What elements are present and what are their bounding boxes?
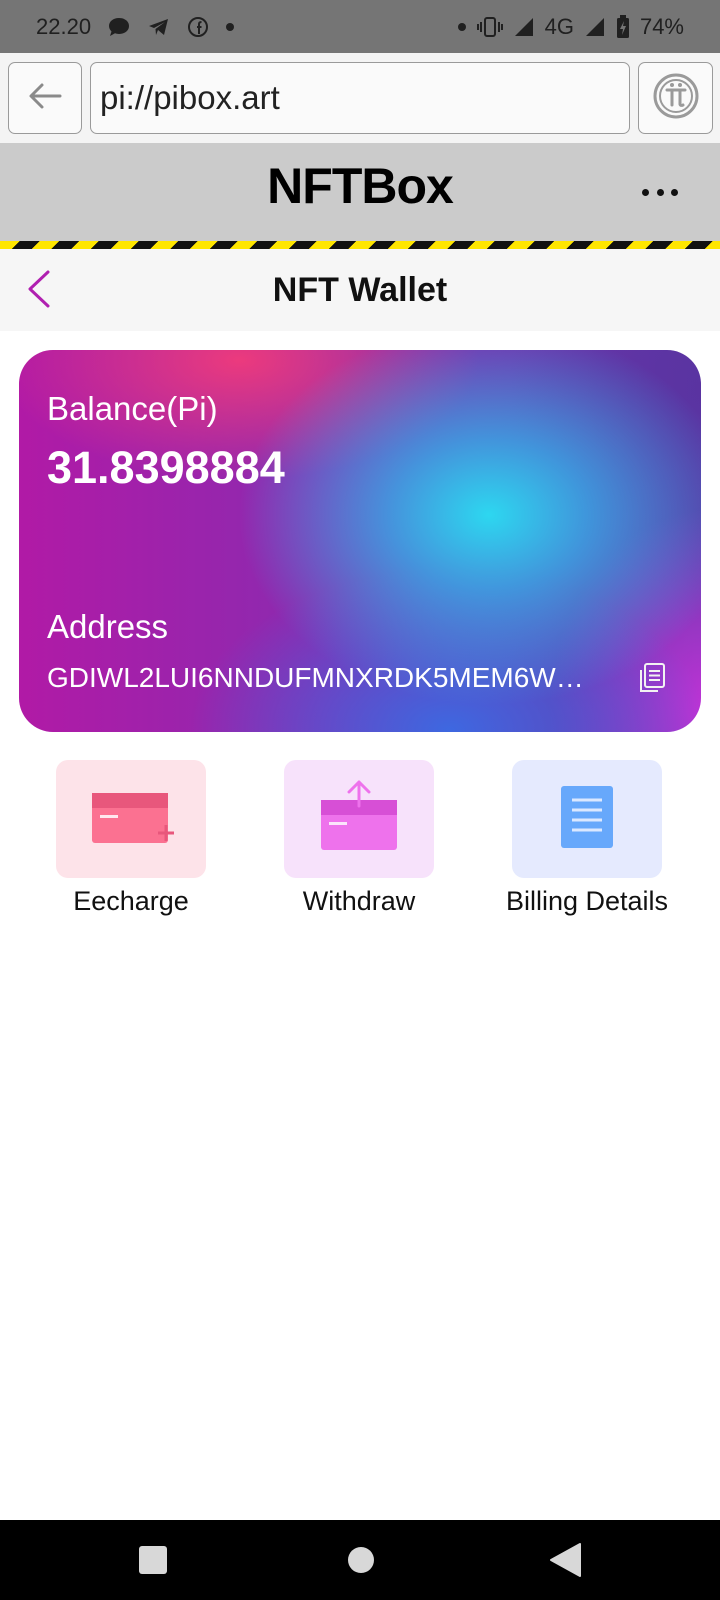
wallet-card: Balance(Pi) 31.8398884 Address GDIWL2LUI… bbox=[19, 350, 701, 732]
telegram-icon bbox=[147, 16, 171, 38]
battery-icon bbox=[616, 14, 630, 39]
card-add-icon bbox=[86, 787, 176, 852]
more-icon[interactable] bbox=[642, 177, 678, 207]
address-value: GDIWL2LUI6NNDUFMNXRDK5MEM6WZ... bbox=[47, 662, 587, 693]
url-field[interactable]: pi://pibox.art bbox=[90, 62, 630, 134]
arrow-left-icon bbox=[27, 82, 63, 115]
app-title: NFTBox bbox=[267, 158, 454, 214]
balance-label: Balance(Pi) bbox=[47, 390, 218, 427]
balance-value: 31.8398884 bbox=[47, 442, 285, 493]
withdraw-tile[interactable] bbox=[284, 760, 434, 878]
address-label: Address bbox=[47, 608, 169, 645]
billing-details-button[interactable]: Billing Details bbox=[487, 760, 687, 920]
billing-details-tile[interactable] bbox=[512, 760, 662, 878]
wallet-actions: Eecharge Withdraw Billing Details bbox=[0, 760, 720, 920]
browser-back-button[interactable] bbox=[8, 62, 82, 134]
url-text: pi://pibox.art bbox=[100, 79, 280, 116]
signal-icon bbox=[513, 16, 535, 38]
document-icon bbox=[559, 784, 615, 855]
recharge-button[interactable]: Eecharge bbox=[31, 760, 231, 920]
browser-toolbar: pi://pibox.art bbox=[0, 53, 720, 144]
pi-logo-icon bbox=[652, 72, 700, 125]
network-type: 4G bbox=[544, 13, 574, 39]
system-nav-bar bbox=[0, 1520, 720, 1600]
dot-icon bbox=[457, 22, 467, 32]
hazard-stripe bbox=[0, 241, 720, 249]
status-time: 22.20 bbox=[36, 13, 92, 39]
triangle-back-icon[interactable] bbox=[545, 1540, 585, 1580]
recharge-tile[interactable] bbox=[56, 760, 206, 878]
withdraw-label: Withdraw bbox=[302, 886, 416, 916]
recharge-label: Eecharge bbox=[73, 886, 189, 916]
status-bar: 22.20 4G 74% bbox=[0, 0, 720, 53]
pi-browser-button[interactable] bbox=[638, 62, 713, 134]
app-header: NFTBox bbox=[0, 143, 720, 241]
page-title: NFT Wallet bbox=[272, 271, 448, 309]
copy-icon[interactable] bbox=[637, 662, 667, 694]
vibrate-icon bbox=[476, 16, 503, 38]
battery-level: 74% bbox=[639, 13, 684, 39]
chat-icon bbox=[107, 16, 131, 38]
facebook-icon bbox=[187, 16, 209, 38]
circle-icon[interactable] bbox=[341, 1540, 381, 1580]
page-header: NFT Wallet bbox=[0, 249, 720, 331]
billing-details-label: Billing Details bbox=[505, 886, 669, 916]
square-icon[interactable] bbox=[133, 1540, 173, 1580]
withdraw-button[interactable]: Withdraw bbox=[259, 760, 459, 920]
dot-icon bbox=[225, 22, 235, 32]
signal-icon bbox=[584, 16, 606, 38]
card-upload-icon bbox=[317, 780, 401, 859]
